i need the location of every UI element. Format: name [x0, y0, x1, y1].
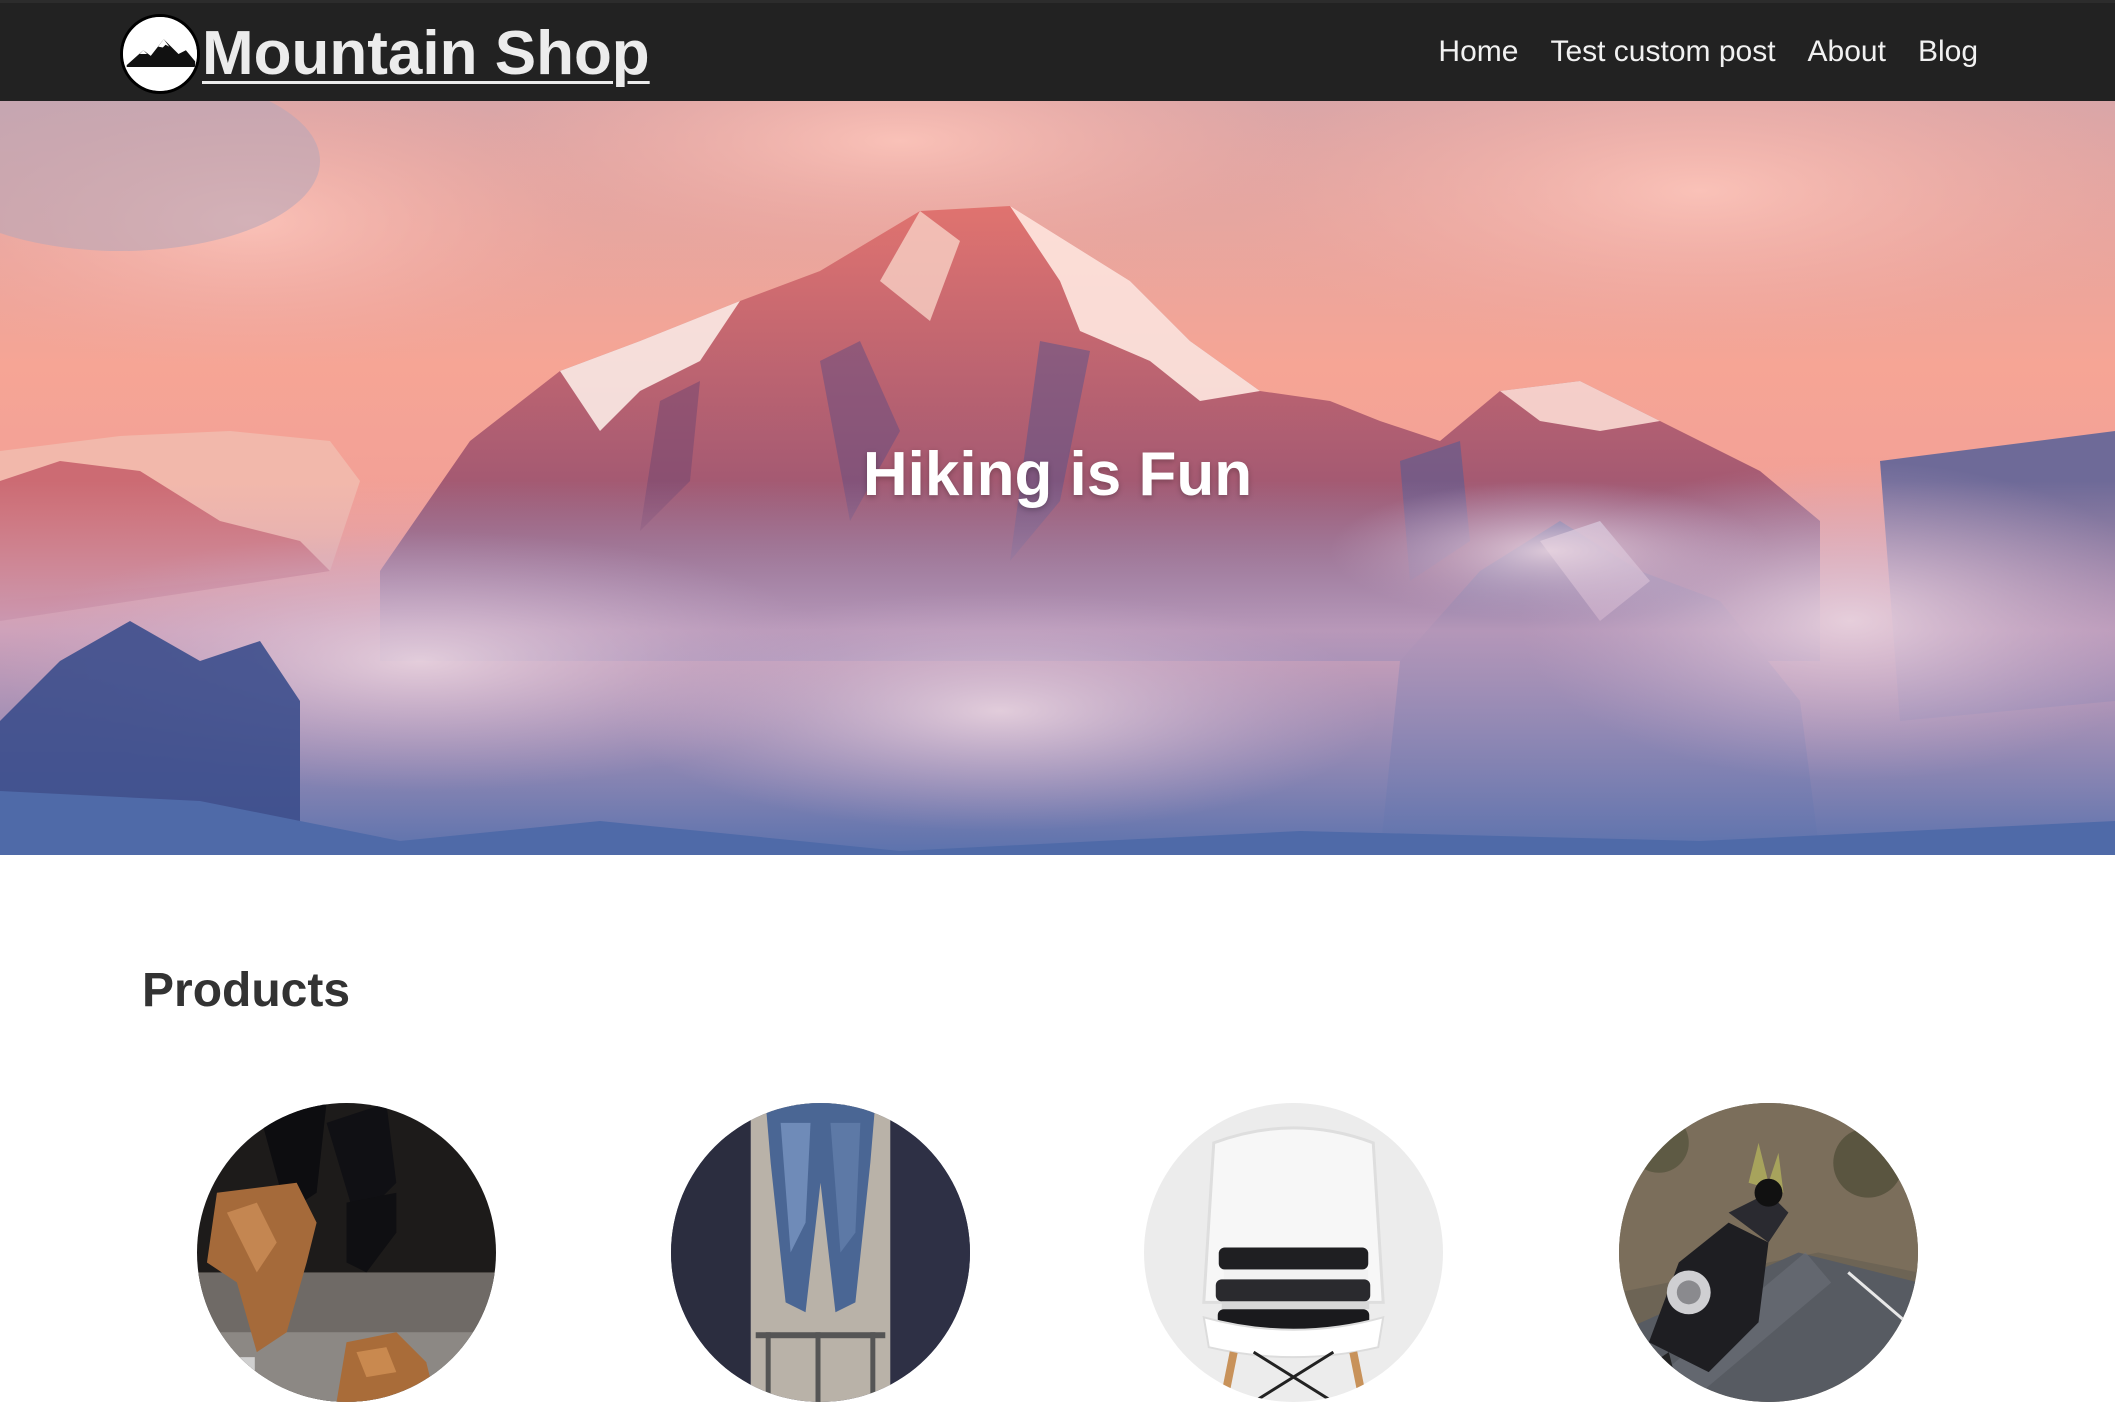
brand-link[interactable]: Mountain Shop — [120, 13, 650, 95]
folded-clothes-on-white-chair-image — [1144, 1103, 1443, 1402]
main-nav: Home Test custom post About Blog — [1438, 3, 1978, 101]
motorcycle-rider-on-road-image — [1619, 1103, 1918, 1402]
product-image-jeans[interactable] — [671, 1103, 970, 1402]
hero-banner: Hiking is Fun — [0, 101, 2115, 855]
hero-title: Hiking is Fun — [862, 440, 1253, 509]
brown-ankle-boots-image — [197, 1103, 496, 1402]
product-image-chair[interactable] — [1144, 1103, 1443, 1402]
nav-test-custom-post[interactable]: Test custom post — [1550, 35, 1775, 69]
products-heading: Products — [142, 964, 351, 1017]
brand-title: Mountain Shop — [202, 19, 650, 88]
nav-home[interactable]: Home — [1438, 35, 1518, 69]
product-image-boots[interactable] — [197, 1103, 496, 1402]
site-header: Mountain Shop Home Test custom post Abou… — [0, 0, 2115, 101]
nav-about[interactable]: About — [1808, 35, 1886, 69]
hanging-jeans-image — [671, 1103, 970, 1402]
product-image-motorcycle[interactable] — [1619, 1103, 1918, 1402]
nav-blog[interactable]: Blog — [1918, 35, 1978, 69]
mountain-logo-icon — [120, 14, 200, 94]
